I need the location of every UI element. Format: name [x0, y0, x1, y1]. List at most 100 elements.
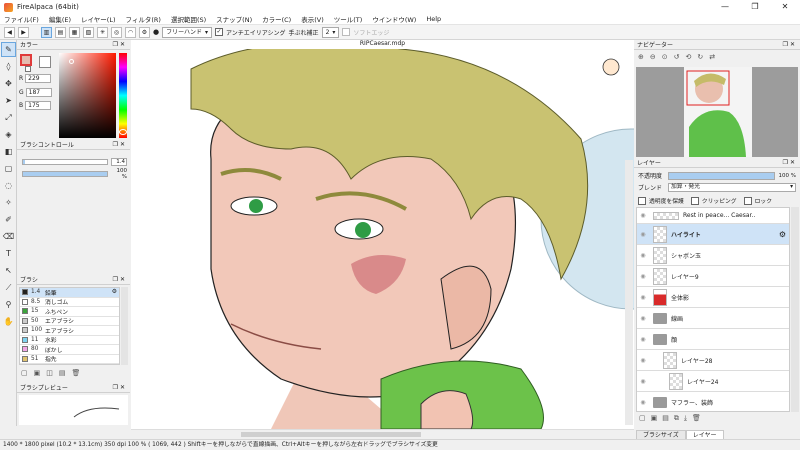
menu-window[interactable]: ウインドウ(W): [372, 14, 416, 24]
eyedropper-icon[interactable]: ⚲: [1, 297, 16, 312]
magic-wand-icon[interactable]: ✧: [1, 195, 16, 210]
snap-vanish-icon[interactable]: ▧: [83, 26, 94, 38]
panel-close-icon[interactable]: ❐✕: [113, 276, 127, 283]
select-eraser-icon[interactable]: ⌫: [1, 229, 16, 244]
scroll-thumb[interactable]: [241, 432, 421, 437]
snap-circle-icon[interactable]: ◎: [111, 26, 122, 38]
select-pen-icon[interactable]: ✐: [1, 212, 16, 227]
main-color-swatch[interactable]: [20, 54, 32, 66]
new-8bit-layer-icon[interactable]: ▣: [651, 414, 658, 423]
layer-item[interactable]: ◉ 顔: [637, 329, 789, 350]
menu-help[interactable]: Help: [426, 15, 441, 23]
layer-item[interactable]: ◉ シャボン玉: [637, 245, 789, 266]
new-layer-icon[interactable]: ▢: [639, 414, 646, 423]
snap-cross-icon[interactable]: ▦: [69, 26, 80, 38]
blue-input[interactable]: 175: [25, 100, 52, 110]
menu-layer[interactable]: レイヤー(L): [81, 14, 116, 24]
brush-item[interactable]: 50 エアブラシ: [20, 316, 119, 326]
maximize-button[interactable]: ❐: [740, 0, 770, 14]
tab-brush-size[interactable]: ブラシサイズ: [636, 430, 686, 439]
layer-item[interactable]: ◉ 全体影: [637, 287, 789, 308]
sub-color-swatch[interactable]: [39, 56, 51, 68]
layer-visibility-icon[interactable]: ◉: [637, 399, 649, 406]
menu-view[interactable]: 表示(V): [301, 14, 324, 24]
add-brush-icon[interactable]: ▢: [21, 369, 28, 377]
artwork-canvas[interactable]: [131, 49, 634, 429]
snap-radial-icon[interactable]: ✳: [97, 26, 108, 38]
rotate-reset-icon[interactable]: ⟲: [686, 53, 692, 61]
layer-opacity-slider[interactable]: [668, 171, 775, 180]
panel-close-icon[interactable]: ❐✕: [113, 141, 127, 148]
minimize-button[interactable]: —: [710, 0, 740, 14]
lasso-icon[interactable]: ◌: [1, 178, 16, 193]
hue-slider[interactable]: [119, 53, 127, 138]
snap-curve-icon[interactable]: ◠: [125, 26, 136, 38]
brush-size-value[interactable]: 1.4: [111, 157, 127, 166]
stabilizer-select[interactable]: 2 ▾: [321, 26, 340, 38]
brush-item[interactable]: 11 水彩: [20, 335, 119, 345]
gradient-tool-icon[interactable]: ◧: [1, 144, 16, 159]
rect-select-icon[interactable]: ▢: [1, 161, 16, 176]
snap-parallel-icon[interactable]: ▤: [55, 26, 66, 38]
clipping-checkbox[interactable]: [690, 196, 699, 205]
merge-layer-icon[interactable]: ⤓: [684, 414, 687, 423]
menu-tool[interactable]: ツール(T): [334, 14, 363, 24]
brush-list-scrollbar[interactable]: [121, 287, 128, 365]
layer-visibility-icon[interactable]: ◉: [637, 231, 649, 238]
lock-checkbox[interactable]: [743, 196, 752, 205]
menu-snap[interactable]: スナップ(N): [216, 14, 252, 24]
rotate-right-icon[interactable]: ↻: [697, 53, 703, 61]
navigator-preview[interactable]: [636, 67, 798, 157]
menu-select[interactable]: 選択範囲(S): [171, 14, 206, 24]
brush-item[interactable]: 80 ぼかし: [20, 345, 119, 355]
layer-item[interactable]: ◉ レイヤー24: [637, 371, 789, 392]
blend-mode-select[interactable]: 加算・発光 ▾: [668, 183, 796, 192]
tab-layer[interactable]: レイヤー: [685, 430, 724, 439]
panel-close-icon[interactable]: ❐✕: [113, 384, 127, 391]
layer-visibility-icon[interactable]: ◉: [637, 336, 649, 343]
document-tab[interactable]: RIPCaesar.mdp: [131, 40, 634, 49]
brush-folder-icon[interactable]: ▤: [59, 369, 66, 377]
layer-item[interactable]: ◉ 線画: [637, 308, 789, 329]
canvas-area[interactable]: RIPCaesar.mdp: [131, 40, 634, 429]
new-folder-icon[interactable]: ▤: [662, 414, 669, 423]
menu-color[interactable]: カラー(C): [262, 14, 291, 24]
menu-file[interactable]: ファイル(F): [4, 14, 39, 24]
layer-visibility-icon[interactable]: ◉: [637, 378, 649, 385]
layer-settings-gear-icon[interactable]: ⚙: [779, 230, 786, 239]
brush-item[interactable]: 8.5 消しゴム: [20, 297, 119, 307]
layer-visibility-icon[interactable]: ◉: [637, 357, 649, 364]
brush-settings-gear-icon[interactable]: ⚙: [112, 289, 117, 295]
menu-edit[interactable]: 編集(E): [49, 14, 71, 24]
layer-list-scrollbar[interactable]: [791, 207, 799, 412]
snap-settings-icon[interactable]: ⚙: [139, 26, 150, 38]
brush-item[interactable]: 100 エアブラシ: [20, 326, 119, 336]
zoom-out-icon[interactable]: ⊖: [650, 53, 656, 61]
brush-size-slider[interactable]: [22, 158, 108, 165]
rotate-left-icon[interactable]: ◀: [4, 26, 15, 38]
move-tool-icon[interactable]: ✥: [1, 76, 16, 91]
layer-visibility-icon[interactable]: ◉: [637, 273, 649, 280]
select-tool-icon[interactable]: ➤: [1, 93, 16, 108]
delete-layer-icon[interactable]: 🗑: [692, 414, 701, 423]
brush-item[interactable]: 1.4 鉛筆 ⚙: [20, 288, 119, 298]
canvas-horizontal-scrollbar[interactable]: [131, 429, 634, 439]
panel-close-icon[interactable]: ❐✕: [783, 159, 797, 166]
brush-item[interactable]: 51 指先: [20, 354, 119, 364]
delete-brush-icon[interactable]: 🗑: [72, 369, 81, 377]
pen-tool-icon[interactable]: ✎: [1, 42, 16, 57]
snap-off-icon[interactable]: ▥: [41, 26, 52, 38]
panel-close-icon[interactable]: ❐✕: [113, 41, 127, 48]
antialias-checkbox[interactable]: ✓: [215, 28, 224, 36]
text-tool-icon[interactable]: T: [1, 246, 16, 261]
menu-filter[interactable]: フィルタ(R): [126, 14, 161, 24]
layer-visibility-icon[interactable]: ◉: [637, 212, 649, 219]
transparent-swatch[interactable]: [25, 66, 31, 72]
red-input[interactable]: 229: [25, 73, 52, 83]
soft-edge-checkbox[interactable]: [342, 28, 351, 36]
duplicate-brush-icon[interactable]: ▣: [34, 369, 41, 377]
layer-item[interactable]: ◉ レイヤー28: [637, 350, 789, 371]
hand-tool-icon[interactable]: ✋: [1, 314, 16, 329]
panel-close-icon[interactable]: ❐✕: [783, 41, 797, 48]
rotate-right-icon[interactable]: ▶: [18, 26, 29, 38]
